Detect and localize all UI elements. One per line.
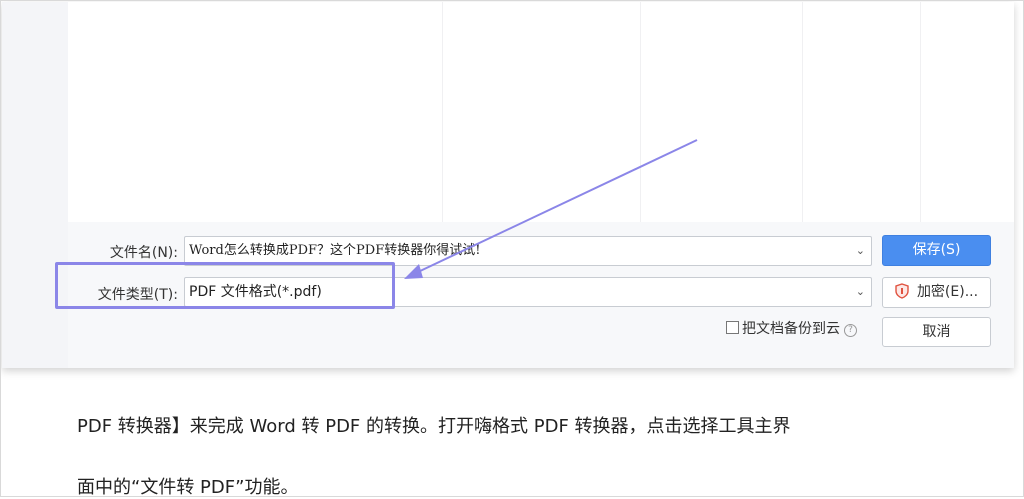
article-line-2: 面中的“文件转 PDF”功能。 bbox=[77, 477, 299, 498]
article-line-1: PDF 转换器】来完成 Word 转 PDF 的转换。打开嗨格式 PDF 转换器… bbox=[77, 416, 791, 437]
